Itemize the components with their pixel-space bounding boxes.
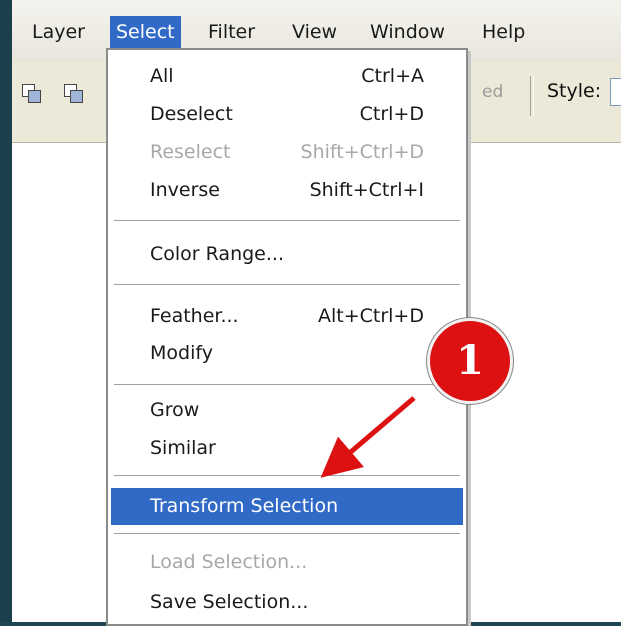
style-dropdown[interactable] — [610, 78, 621, 106]
menu-item-feather[interactable]: Feather... Alt+Ctrl+D — [108, 298, 466, 335]
menu-item-deselect[interactable]: Deselect Ctrl+D — [108, 96, 466, 133]
menu-select[interactable]: Select — [110, 16, 181, 48]
style-label: Style: — [547, 80, 602, 102]
photoshop-window: Layer Select Filter View Window Help ed … — [12, 0, 621, 626]
menu-window[interactable]: Window — [364, 16, 451, 48]
menu-separator — [114, 533, 460, 537]
menu-item-transform-selection[interactable]: Transform Selection — [111, 488, 463, 525]
menu-filter[interactable]: Filter — [202, 16, 261, 48]
menu-item-color-range[interactable]: Color Range... — [108, 236, 466, 273]
toolbar-divider — [530, 76, 534, 116]
menu-separator — [114, 475, 460, 479]
menu-item-save-selection[interactable]: Save Selection... — [108, 584, 466, 621]
menu-separator — [114, 220, 460, 224]
anti-aliased-label: ed — [482, 82, 504, 102]
menu-layer[interactable]: Layer — [26, 16, 91, 48]
add-to-selection-icon[interactable] — [64, 84, 84, 104]
menu-item-load-selection: Load Selection... — [150, 551, 308, 573]
menu-item-modify[interactable]: Modify — [108, 335, 466, 372]
menu-view[interactable]: View — [286, 16, 343, 48]
menu-help[interactable]: Help — [476, 16, 531, 48]
new-selection-icon[interactable] — [22, 84, 42, 104]
menu-item-all[interactable]: All Ctrl+A — [108, 58, 466, 95]
menu-item-inverse[interactable]: Inverse Shift+Ctrl+I — [108, 172, 466, 209]
select-menu-dropdown: All Ctrl+A Deselect Ctrl+D Reselect Shif… — [106, 48, 468, 626]
menu-separator — [114, 284, 460, 288]
menu-separator — [114, 384, 460, 388]
step-number-badge: 1 — [427, 318, 513, 404]
menu-item-similar[interactable]: Similar — [108, 430, 466, 467]
menu-item-grow[interactable]: Grow — [108, 392, 466, 429]
menu-item-reselect: Reselect Shift+Ctrl+D — [150, 141, 424, 163]
